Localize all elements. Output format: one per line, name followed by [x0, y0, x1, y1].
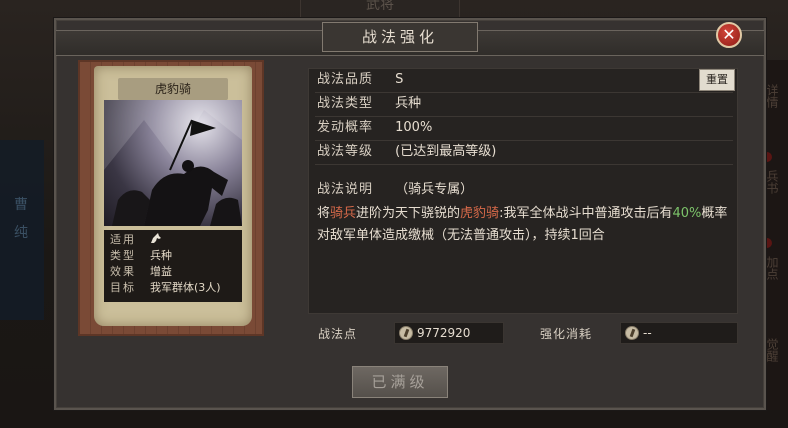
card-info-value: 增益: [150, 265, 172, 278]
upgrade-button[interactable]: 已满级: [352, 366, 448, 398]
dialog-title: 战法强化: [322, 22, 478, 52]
right-tab-books[interactable]: 兵书: [764, 170, 781, 194]
tactic-description: 将骑兵进阶为天下骁锐的虎豹骑:我军全体战斗中普通攻击后有40%概率对敌军单体造成…: [317, 203, 731, 247]
card-info-key: 目标: [110, 281, 136, 294]
desc-highlight: 虎豹骑: [460, 206, 500, 221]
tactic-info-panel: 战法品质 S 重置 战法类型 兵种 发动概率 100% 战法等级 (已达到最高等…: [308, 68, 738, 314]
horse-icon: [150, 232, 162, 248]
card-name: 虎豹骑: [118, 78, 228, 100]
points-box: 9772920: [394, 322, 504, 344]
quality-label: 战法品质: [317, 72, 374, 87]
divider: [315, 164, 733, 165]
points-label: 战法点: [318, 327, 358, 341]
background-left-strip: 曹 纯: [0, 140, 44, 320]
reset-button[interactable]: 重置: [699, 69, 735, 91]
card-info-key: 适用: [110, 233, 136, 246]
card-info-row: 适用: [110, 232, 236, 248]
card-info-key: 类型: [110, 249, 136, 262]
desc-highlight: 骑兵: [330, 206, 357, 221]
quality-row: 战法品质 S: [317, 69, 403, 91]
card-frame: 虎豹骑 适用 类型 兵种 效果 增益 目标 我军群体(3人): [78, 60, 264, 336]
desc-highlight: 40%: [672, 206, 702, 221]
level-value: (已达到最高等级): [395, 144, 497, 159]
cost-value: --: [643, 326, 652, 340]
left-strip-char-2: 纯: [14, 225, 28, 241]
tactic-point-icon: [625, 326, 639, 340]
desc-tag: （骑兵专属）: [395, 182, 474, 197]
level-label: 战法等级: [317, 144, 374, 159]
card-info-row: 类型 兵种: [110, 248, 236, 264]
rate-value: 100%: [395, 120, 433, 135]
card-info-row: 效果 增益: [110, 264, 236, 280]
background-title: 武将: [300, 0, 460, 18]
card-info-value: 我军群体(3人): [150, 281, 221, 294]
rate-label: 发动概率: [317, 120, 374, 135]
desc-label: 战法说明: [317, 182, 374, 197]
cost-box: --: [620, 322, 738, 344]
desc-text: 将: [317, 206, 331, 221]
right-tab-details[interactable]: 详情: [764, 84, 781, 108]
points-bar: 战法点 9772920 强化消耗 --: [308, 322, 738, 346]
desc-text: 进阶为天下骁锐的: [356, 206, 461, 221]
tactic-upgrade-dialog: 战法强化 ✕ 虎豹骑 适用 类型 兵种 效果 增益 目标 我军群体(3人) 战法…: [54, 18, 766, 410]
left-strip-char-1: 曹: [14, 197, 28, 213]
level-row: 战法等级 (已达到最高等级): [317, 141, 496, 163]
cost-label: 强化消耗: [540, 327, 593, 341]
card-info-value: 兵种: [150, 249, 172, 262]
type-value: 兵种: [395, 96, 422, 111]
tactic-point-icon: [399, 326, 413, 340]
tactic-card: 虎豹骑 适用 类型 兵种 效果 增益 目标 我军群体(3人): [94, 66, 252, 326]
desc-text: :我军全体战斗中普通攻击后有: [499, 206, 673, 221]
card-info-key: 效果: [110, 265, 136, 278]
card-info-row: 目标 我军群体(3人): [110, 280, 236, 296]
quality-value: S: [395, 72, 404, 87]
card-artwork: [104, 100, 242, 226]
card-info: 适用 类型 兵种 效果 增益 目标 我军群体(3人): [104, 230, 242, 302]
points-value: 9772920: [417, 326, 471, 340]
right-tab-awaken[interactable]: 觉醒: [764, 338, 781, 362]
close-button[interactable]: ✕: [716, 22, 742, 48]
type-row: 战法类型 兵种: [317, 93, 421, 115]
desc-row: 战法说明 （骑兵专属）: [317, 179, 473, 201]
rate-row: 发动概率 100%: [317, 117, 432, 139]
type-label: 战法类型: [317, 96, 374, 111]
right-tab-points[interactable]: 加点: [764, 256, 781, 280]
